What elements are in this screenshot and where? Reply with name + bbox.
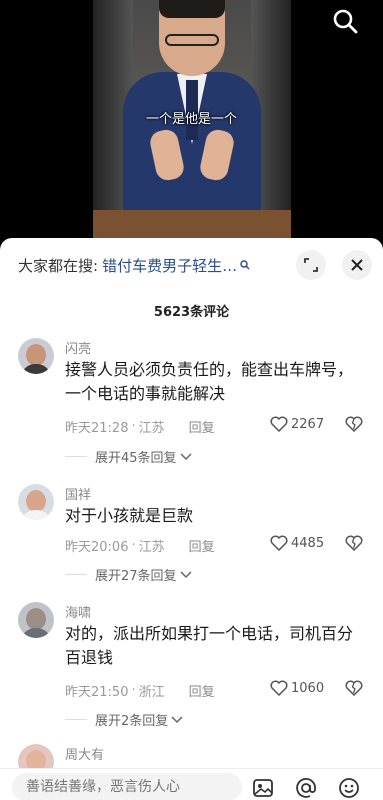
search-icon (240, 260, 250, 270)
comment-location: 浙江 (138, 685, 165, 700)
expand-replies-label: 展开27条回复 (95, 569, 177, 584)
heart-icon (270, 416, 288, 432)
comment-location: 江苏 (138, 421, 165, 436)
comment-username[interactable]: 周大有 (65, 744, 104, 763)
broken-heart-icon[interactable] (345, 535, 363, 551)
like-count: 4485 (291, 535, 325, 551)
broken-heart-icon[interactable] (345, 416, 363, 432)
comment-input-bar (0, 768, 383, 800)
at-icon[interactable] (295, 777, 317, 799)
comment-location: 江苏 (138, 540, 165, 555)
comments-sheet: 大家都在搜: 错付车费男子轻生… 5623条评论 闪亮 接警人员必须负责任的，能… (0, 238, 383, 800)
close-button[interactable] (342, 250, 372, 280)
comment-username[interactable]: 闪亮 (65, 338, 91, 357)
reply-button[interactable]: 回复 (189, 681, 215, 700)
presenter-hair (159, 0, 225, 18)
hot-search-label: 大家都在搜: (18, 256, 99, 275)
video-player[interactable]: 一个是他是一个 (0, 0, 383, 245)
like-count: 1060 (291, 680, 325, 696)
broken-heart-icon[interactable] (345, 680, 363, 696)
image-icon[interactable] (252, 777, 274, 799)
expand-replies-button[interactable]: 展开2条回复 (65, 710, 183, 729)
expand-button[interactable] (296, 250, 326, 280)
avatar[interactable] (18, 484, 54, 520)
comment-meta: 昨天20:06 · 江苏 回复 (65, 536, 215, 555)
comment-username[interactable]: 国祥 (65, 484, 91, 503)
expand-replies-label: 展开45条回复 (95, 451, 177, 466)
hot-search-term[interactable]: 错付车费男子轻生… (102, 255, 237, 276)
comment-text[interactable]: 对的，派出所如果打一个电话，司机百分百退钱 (65, 622, 365, 670)
heart-icon (270, 680, 288, 696)
presenter-glasses (165, 34, 219, 46)
comment-time: 昨天21:28 (65, 421, 129, 436)
expand-replies-button[interactable]: 展开45条回复 (65, 447, 192, 466)
chevron-down-icon (171, 715, 183, 723)
close-icon (351, 259, 363, 271)
comment-input[interactable] (12, 773, 242, 800)
like-button[interactable]: 2267 (270, 416, 324, 432)
heart-icon (270, 535, 288, 551)
expand-icon (304, 258, 318, 272)
comment-time: 昨天20:06 (65, 540, 129, 555)
expand-replies-button[interactable]: 展开27条回复 (65, 565, 192, 584)
search-icon[interactable] (332, 8, 358, 34)
expand-replies-label: 展开2条回复 (95, 714, 169, 729)
chevron-down-icon (180, 452, 192, 460)
comment-meta: 昨天21:50 · 浙江 回复 (65, 681, 215, 700)
reply-button[interactable]: 回复 (189, 536, 215, 555)
chevron-down-icon (180, 570, 192, 578)
comment-count: 5623条评论 (153, 305, 230, 320)
emoji-icon[interactable] (338, 777, 360, 799)
video-subtitle: 一个是他是一个 (145, 112, 237, 127)
like-count: 2267 (291, 416, 325, 432)
avatar[interactable] (18, 602, 54, 638)
reply-button[interactable]: 回复 (189, 417, 215, 436)
comment-text[interactable]: 对于小孩就是巨款 (65, 504, 365, 528)
avatar[interactable] (18, 338, 54, 374)
comment-time: 昨天21:50 (65, 685, 129, 700)
like-button[interactable]: 1060 (270, 680, 324, 696)
hot-search-bar[interactable]: 大家都在搜: 错付车费男子轻生… (18, 254, 250, 276)
like-button[interactable]: 4485 (270, 535, 324, 551)
comment-text[interactable]: 接警人员必须负责任的，能查出车牌号，一个电话的事就能解决 (65, 358, 365, 406)
comment-meta: 昨天21:28 · 江苏 回复 (65, 417, 215, 436)
comment-username[interactable]: 海啸 (65, 602, 91, 621)
